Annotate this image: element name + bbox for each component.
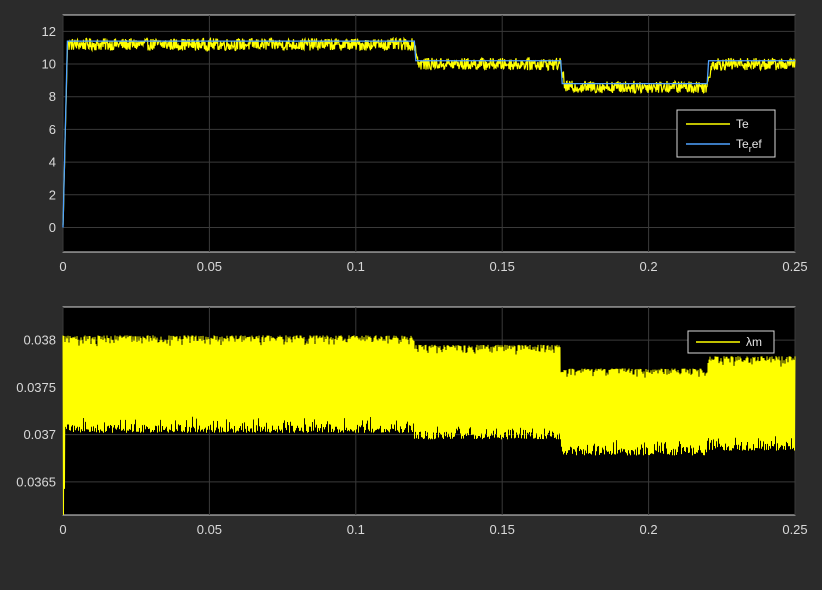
x-tick-label: 0 <box>59 259 66 274</box>
x-tick-label: 0.25 <box>782 259 807 274</box>
y-tick-label: 2 <box>49 187 56 202</box>
x-tick-label: 0.05 <box>197 259 222 274</box>
legend-label-te: Te <box>736 117 749 131</box>
y-tick-label: 0 <box>49 220 56 235</box>
legend-label-lambda: λm <box>746 335 762 349</box>
x-tick-label: 0.25 <box>782 522 807 537</box>
legend-label-te-ref-main: Te <box>736 137 749 151</box>
x-tick-label: 0.05 <box>197 522 222 537</box>
axes-torque[interactable]: 0 0.05 0.1 0.15 0.2 0.25 0 2 4 6 8 10 12 Te Teref <box>42 14 808 274</box>
x-tick-label: 0.1 <box>347 259 365 274</box>
x-tick-label: 0 <box>59 522 66 537</box>
y-tick-label: 0.038 <box>23 333 56 348</box>
x-tick-label: 0.2 <box>640 522 658 537</box>
y-tick-label: 10 <box>42 57 56 72</box>
x-tick-label: 0.1 <box>347 522 365 537</box>
figure-canvas: 0 0.05 0.1 0.15 0.2 0.25024681012 Te Teref 00… <box>0 0 822 585</box>
legend-torque[interactable]: Te Teref <box>676 109 776 158</box>
y-tick-label: 4 <box>49 155 56 170</box>
legend-label-te-ref-tail: ef <box>752 137 763 151</box>
y-tick-label: 8 <box>49 89 56 104</box>
x-tick-label: 0.15 <box>490 259 515 274</box>
legend-flux[interactable]: λm <box>687 330 775 354</box>
y-tick-label: 0.037 <box>23 427 56 442</box>
axes-flux[interactable]: 0 0.05 0.1 0.15 0.2 0.25 0.0365 0.037 0.0375 0.03… <box>16 306 808 537</box>
figure-window: 0 0.05 0.1 0.15 0.2 0.25 0 2 4 6 8 10 12 Te Teref 00… <box>0 0 822 585</box>
y-tick-label: 12 <box>42 24 56 39</box>
x-tick-label: 0.2 <box>640 259 658 274</box>
y-tick-label: 6 <box>49 122 56 137</box>
x-tick-label: 0.15 <box>490 522 515 537</box>
y-tick-label: 0.0375 <box>16 380 56 395</box>
y-tick-label: 0.0365 <box>16 474 56 489</box>
